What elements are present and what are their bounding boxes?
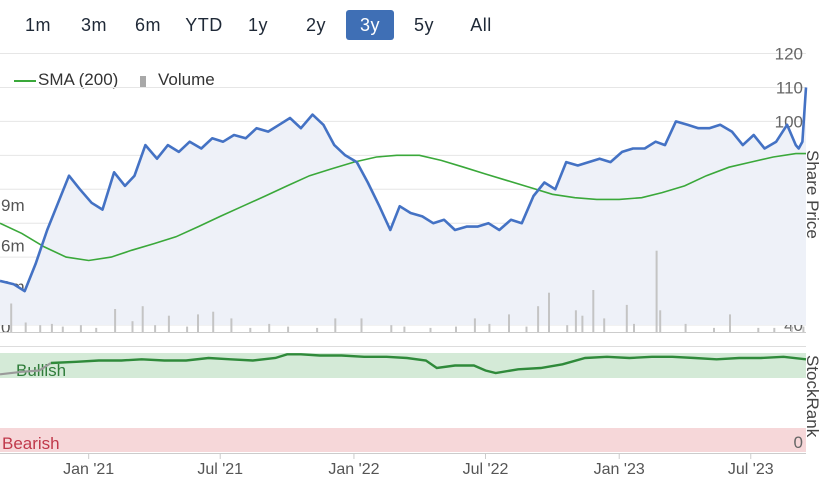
volume-bar — [790, 326, 793, 332]
volume-bar — [429, 327, 432, 332]
volume-bar — [39, 325, 42, 332]
volume-bar — [10, 303, 13, 332]
volume-bar — [548, 292, 550, 332]
volume-bar — [713, 327, 715, 332]
volume-bar — [230, 318, 233, 332]
volume-bar — [50, 323, 53, 332]
volume-bar — [684, 323, 687, 332]
volume-bar — [360, 318, 363, 332]
volume-tick-label: 9m — [1, 196, 25, 215]
bearish-band — [0, 428, 806, 452]
price-axis-title: Share Price — [803, 150, 822, 239]
x-tick-label: Jul '23 — [728, 461, 774, 478]
volume-bar — [249, 327, 252, 332]
x-tick-label: Jul '21 — [197, 461, 243, 478]
volume-bar — [212, 311, 215, 332]
share-price-chart: 40506070809010011012003m6m9mBullishBeari… — [0, 45, 808, 478]
volume-bar — [197, 314, 199, 332]
volume-bar — [488, 323, 491, 332]
volume-bar — [525, 326, 528, 332]
volume-bar — [773, 327, 776, 332]
volume-bar — [592, 290, 595, 332]
volume-bar — [287, 326, 290, 332]
x-tick-label: Jul '22 — [463, 461, 509, 478]
volume-bar — [154, 325, 157, 332]
volume-bar — [802, 326, 805, 332]
volume-bar — [508, 314, 510, 332]
volume-bar — [24, 322, 27, 332]
volume-bar — [390, 325, 393, 332]
volume-bar — [633, 323, 635, 332]
volume-bar — [167, 315, 170, 332]
volume-bar — [316, 327, 319, 332]
volume-bar — [473, 318, 476, 332]
volume-bar — [455, 326, 457, 332]
x-tick-label: Jan '23 — [594, 461, 645, 478]
volume-bar — [566, 325, 569, 332]
x-tick-label: Jan '21 — [63, 461, 114, 478]
volume-bar — [79, 325, 82, 332]
volume-bar — [61, 326, 64, 332]
volume-bar — [334, 318, 337, 332]
volume-bar — [729, 314, 731, 332]
volume-bar — [268, 323, 271, 332]
volume-bar — [757, 327, 760, 332]
price-tick-label: 120 — [775, 45, 803, 64]
volume-bar — [141, 306, 144, 332]
volume-bar — [603, 318, 606, 332]
price-tick-label: 110 — [776, 78, 803, 97]
volume-bar — [131, 321, 134, 332]
volume-bar — [574, 310, 577, 332]
bearish-label: Bearish — [2, 434, 60, 453]
volume-bar — [95, 327, 98, 332]
volume-bar — [659, 310, 662, 332]
volume-bar — [114, 309, 117, 332]
volume-bar — [403, 326, 406, 332]
volume-bar — [625, 304, 628, 332]
volume-bar — [537, 306, 540, 332]
volume-tick-label: 6m — [1, 237, 25, 256]
volume-bar — [655, 250, 658, 332]
x-tick-label: Jan '22 — [328, 461, 379, 478]
volume-bar — [581, 315, 584, 332]
volume-bar — [186, 326, 189, 332]
stockrank-axis-title: StockRank — [803, 355, 822, 438]
